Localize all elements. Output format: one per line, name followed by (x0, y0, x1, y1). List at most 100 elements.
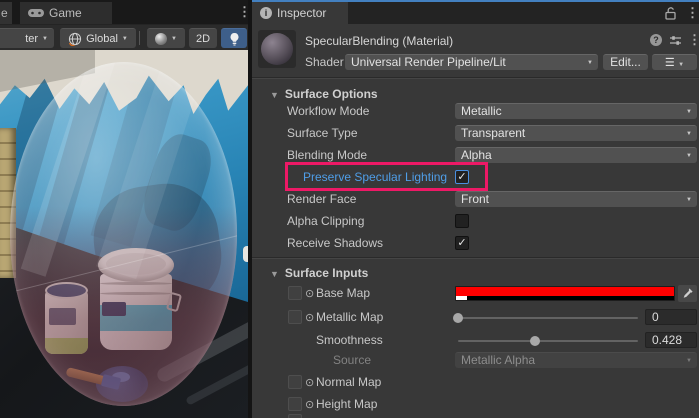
source-dropdown: Metallic Alpha ▼ (455, 352, 697, 368)
chevron-down-icon: ▼ (686, 358, 692, 364)
render-face-value: Front (461, 192, 489, 206)
blending-mode-dropdown[interactable]: Alpha▼ (455, 147, 697, 163)
metallic-slider-handle[interactable] (453, 313, 463, 323)
scene-viewport[interactable] (0, 50, 248, 418)
toolbar-separator (139, 31, 140, 45)
list-icon: ☰ (665, 57, 675, 69)
shader-value: Universal Render Pipeline/Lit (351, 55, 506, 69)
inspector-tab-bar: i Inspector ⋮ (252, 2, 699, 24)
eyedropper-icon (682, 287, 694, 299)
source-value: Metallic Alpha (461, 353, 535, 367)
shader-dropdown[interactable]: Universal Render Pipeline/Lit ▼ (345, 54, 598, 70)
workflow-mode-dropdown[interactable]: Metallic ▼ (455, 103, 697, 119)
object-picker-icon[interactable]: ⊙ (305, 311, 314, 325)
object-picker-icon[interactable]: ⊙ (305, 398, 314, 412)
normal-map-texture-slot[interactable] (288, 375, 302, 389)
metallic-map-label: Metallic Map (316, 309, 383, 326)
smoothness-label: Smoothness (316, 332, 383, 349)
surface-options-header[interactable]: ▼ Surface Options (270, 86, 378, 103)
receive-shadows-checkbox[interactable]: ✓ (455, 236, 469, 250)
chevron-down-icon: ▼ (686, 131, 692, 137)
render-face-label: Render Face (287, 191, 356, 208)
view-2d-label: 2D (196, 33, 210, 45)
smoothness-value-field[interactable]: 0.428 (645, 332, 697, 348)
chevron-down-icon: ▼ (686, 109, 692, 115)
height-map-label: Height Map (316, 396, 377, 413)
surface-inputs-title: Surface Inputs (285, 266, 368, 280)
metallic-value-field[interactable]: 0 (645, 309, 697, 325)
height-map-texture-slot[interactable] (288, 397, 302, 411)
surface-options-title: Surface Options (285, 87, 378, 101)
material-preview[interactable] (258, 30, 296, 68)
help-icon[interactable]: ? (650, 34, 662, 46)
chevron-down-icon: ▼ (42, 36, 48, 42)
smoothness-slider-handle[interactable] (530, 336, 540, 346)
material-preview-sphere (261, 33, 293, 65)
eyedropper-button[interactable] (678, 285, 697, 302)
object-picker-icon[interactable]: ⊙ (305, 287, 314, 301)
shader-list-button[interactable]: ☰ ▼ (652, 54, 697, 70)
lightbulb-icon (229, 32, 240, 46)
scene-toolbar: ter ▼ Global▼ ▼ 2D (0, 24, 248, 50)
separator (252, 257, 699, 258)
scene-lighting-toggle[interactable] (221, 28, 247, 48)
chevron-down-icon: ▼ (171, 36, 177, 42)
shader-label: Shader (305, 54, 344, 71)
metallic-slider[interactable] (458, 317, 638, 319)
tab-game[interactable]: Game (20, 2, 112, 24)
workflow-mode-value: Metallic (461, 104, 502, 118)
chevron-down-icon: ▼ (686, 197, 692, 203)
foldout-arrow-icon: ▼ (270, 90, 279, 100)
separator (252, 77, 699, 78)
globe-icon (68, 32, 82, 46)
inspector-menu-icon[interactable]: ⋮ (686, 6, 699, 20)
scene-tab-bar: e Game ⋮ (0, 0, 248, 24)
gamepad-icon (28, 8, 44, 18)
foldout-arrow-icon: ▼ (270, 269, 279, 279)
surface-type-dropdown[interactable]: Transparent▼ (455, 125, 697, 141)
object-picker-icon[interactable]: ⊙ (305, 376, 314, 390)
chevron-down-icon: ▼ (587, 60, 593, 66)
scene-panel: e Game ⋮ ter ▼ Global▼ ▼ (0, 0, 248, 418)
inspector-panel: i Inspector ⋮ SpecularBlending (Material… (252, 0, 699, 418)
normal-map-label: Normal Map (316, 374, 381, 391)
source-label: Source (333, 352, 371, 369)
blending-mode-label: Blending Mode (287, 147, 367, 164)
pivot-rotation-button[interactable]: Global▼ (60, 28, 136, 48)
metallic-map-texture-slot[interactable] (288, 310, 302, 324)
base-map-label: Base Map (316, 285, 370, 302)
surface-type-label: Surface Type (287, 125, 358, 142)
tab-inspector-label: Inspector (277, 6, 326, 20)
shading-mode-button[interactable]: ▼ (147, 28, 185, 48)
alpha-value-bar (456, 296, 467, 300)
alpha-clipping-checkbox[interactable]: ✓ (455, 214, 469, 228)
info-icon: i (260, 7, 272, 19)
material-menu-icon[interactable]: ⋮ (688, 33, 699, 47)
presets-icon[interactable] (669, 34, 682, 47)
unity-editor-window: e Game ⋮ ter ▼ Global▼ ▼ (0, 0, 699, 418)
pivot-mode-label: ter (25, 33, 38, 45)
base-map-color-field[interactable] (455, 286, 675, 301)
view-2d-toggle[interactable]: 2D (189, 28, 217, 48)
checkmark-icon: ✓ (457, 237, 466, 249)
shader-edit-button[interactable]: Edit... (603, 54, 648, 70)
smoothness-slider[interactable] (458, 340, 638, 342)
tab-inspector[interactable]: i Inspector (252, 2, 348, 24)
partial-texture-slot[interactable] (288, 414, 302, 418)
lock-icon[interactable] (664, 6, 677, 20)
receive-shadows-label: Receive Shadows (287, 235, 383, 252)
chevron-down-icon: ▼ (122, 36, 128, 42)
shaded-sphere-icon (155, 33, 167, 45)
tab-game-label: Game (49, 6, 82, 20)
chevron-down-icon: ▼ (678, 62, 684, 68)
preserve-specular-checkbox[interactable]: ✓ (455, 170, 469, 184)
base-map-texture-slot[interactable] (288, 286, 302, 300)
alpha-strip (456, 296, 674, 300)
pivot-mode-button[interactable]: ter ▼ (0, 28, 54, 48)
surface-inputs-header[interactable]: ▼ Surface Inputs (270, 265, 368, 282)
render-face-dropdown[interactable]: Front ▼ (455, 191, 697, 207)
tab-scene-partial[interactable]: e (0, 2, 12, 24)
preserve-specular-label: Preserve Specular Lighting (303, 169, 447, 186)
material-title: SpecularBlending (Material) (305, 33, 453, 49)
blending-mode-value: Alpha (461, 148, 492, 162)
